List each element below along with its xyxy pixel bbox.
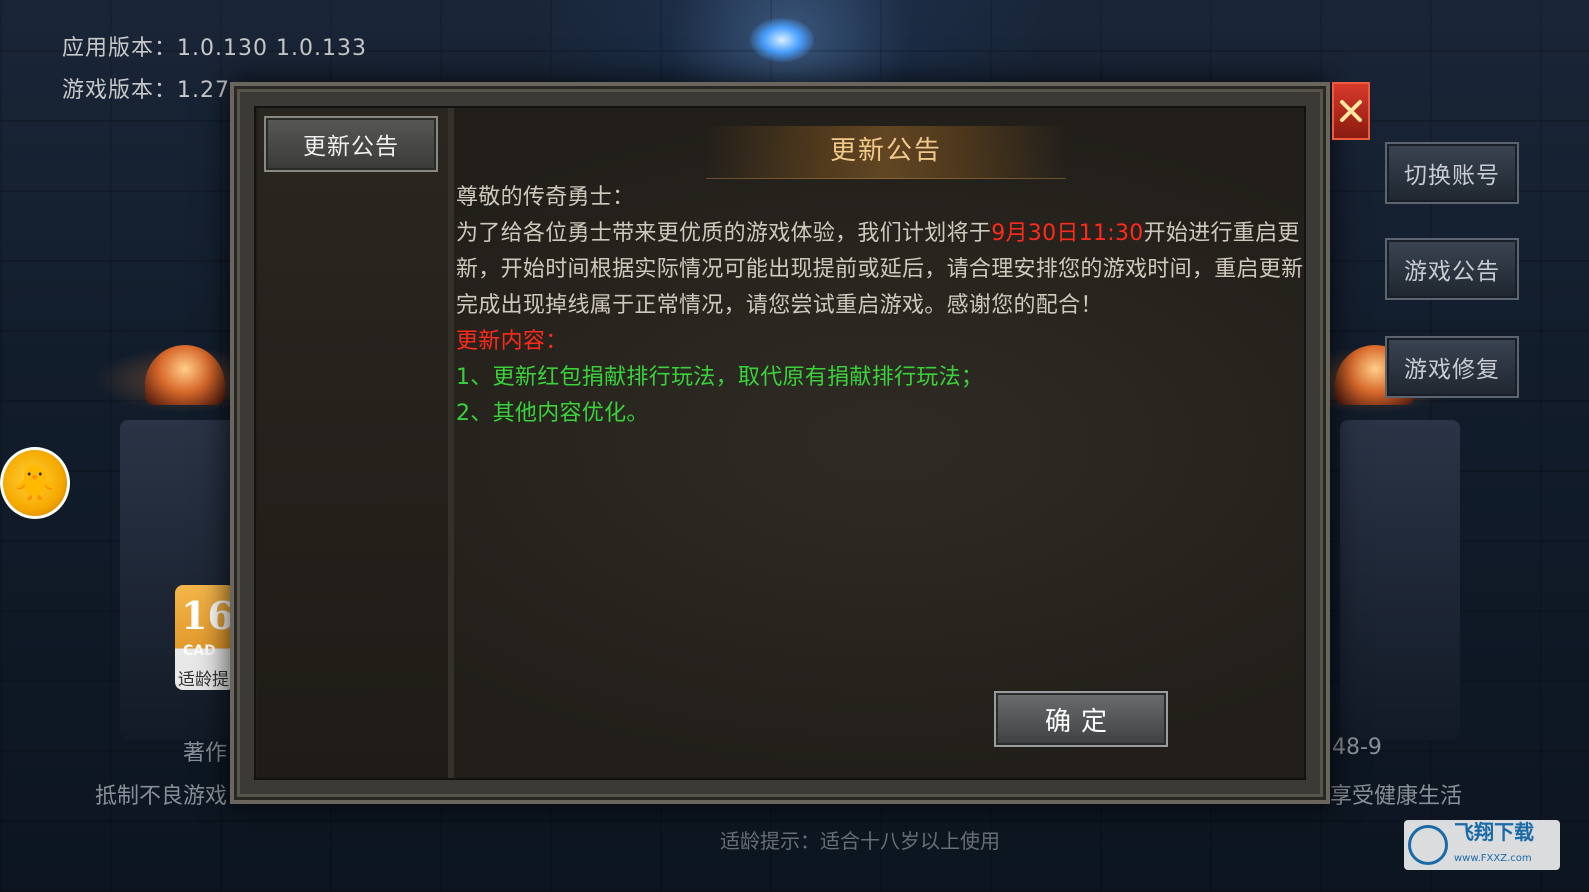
announcement-body: 尊敬的传奇勇士： 为了给各位勇士带来更优质的游戏体验，我们计划将于9月30日11… <box>456 180 1316 432</box>
age-rating-caption: 适龄提 <box>178 670 229 690</box>
copyright-right-text: 48-9 <box>1332 735 1382 760</box>
announcement-dialog: 更新公告 更新公告 尊敬的传奇勇士： 为了给各位勇士带来更优质的游戏体验，我们计… <box>230 82 1330 804</box>
game-notice-button[interactable]: 游戏公告 <box>1385 238 1519 300</box>
age-rating-badge: 16 CAD 适龄提 <box>175 585 235 690</box>
mascot-float-icon[interactable]: 🐥 <box>0 447 70 519</box>
switch-account-button[interactable]: 切换账号 <box>1385 142 1519 204</box>
site-watermark: 飞翔下载 www.FXXZ.com <box>1404 820 1560 870</box>
age-rating-cad: CAD <box>183 643 216 659</box>
dialog-tab-panel: 更新公告 <box>258 108 454 778</box>
left-pillar <box>120 420 240 740</box>
game-repair-button[interactable]: 游戏修复 <box>1385 336 1519 398</box>
copyright-left-text: 著作 <box>183 741 228 766</box>
close-button[interactable] <box>1332 82 1370 140</box>
content-heading: 更新内容： <box>456 329 568 354</box>
app-version-text: 应用版本：1.0.130 1.0.133 <box>62 36 367 61</box>
watermark-logo-icon <box>1408 825 1448 865</box>
health-advice-left: 抵制不良游戏 <box>95 784 228 809</box>
paragraph-lead: 为了给各位勇士带来更优质的游戏体验，我们计划将于 <box>456 221 992 246</box>
right-pillar <box>1340 420 1460 740</box>
confirm-button[interactable]: 确定 <box>994 691 1168 747</box>
update-item: 1、更新红包捐献排行玩法，取代原有捐献排行玩法； <box>456 365 984 390</box>
top-gem-ornament <box>750 18 814 62</box>
age-tip-text: 适龄提示：适合十八岁以上使用 <box>720 829 1000 853</box>
watermark-title: 飞翔下载 <box>1454 819 1534 844</box>
watermark-url: www.FXXZ.com <box>1454 852 1532 864</box>
greeting-text: 尊敬的传奇勇士： <box>456 185 635 210</box>
tab-update-notice[interactable]: 更新公告 <box>264 116 438 172</box>
watermark-text: 飞翔下载 www.FXXZ.com <box>1454 821 1534 870</box>
update-time-highlight: 9月30日11:30 <box>991 221 1144 246</box>
update-item: 2、其他内容优化。 <box>456 401 649 426</box>
announcement-paragraph: 为了给各位勇士带来更优质的游戏体验，我们计划将于9月30日11:30开始进行重启… <box>456 216 1316 324</box>
dialog-content: 更新公告 尊敬的传奇勇士： 为了给各位勇士带来更优质的游戏体验，我们计划将于9月… <box>456 108 1304 778</box>
close-x-icon <box>1340 100 1362 122</box>
dialog-title: 更新公告 <box>829 136 942 166</box>
age-rating-number: 16 <box>181 593 234 638</box>
dialog-inner-frame: 更新公告 更新公告 尊敬的传奇勇士： 为了给各位勇士带来更优质的游戏体验，我们计… <box>254 106 1306 780</box>
health-advice-right: 享受健康生活 <box>1330 784 1463 809</box>
game-version-text: 游戏版本：1.27 <box>62 78 230 103</box>
